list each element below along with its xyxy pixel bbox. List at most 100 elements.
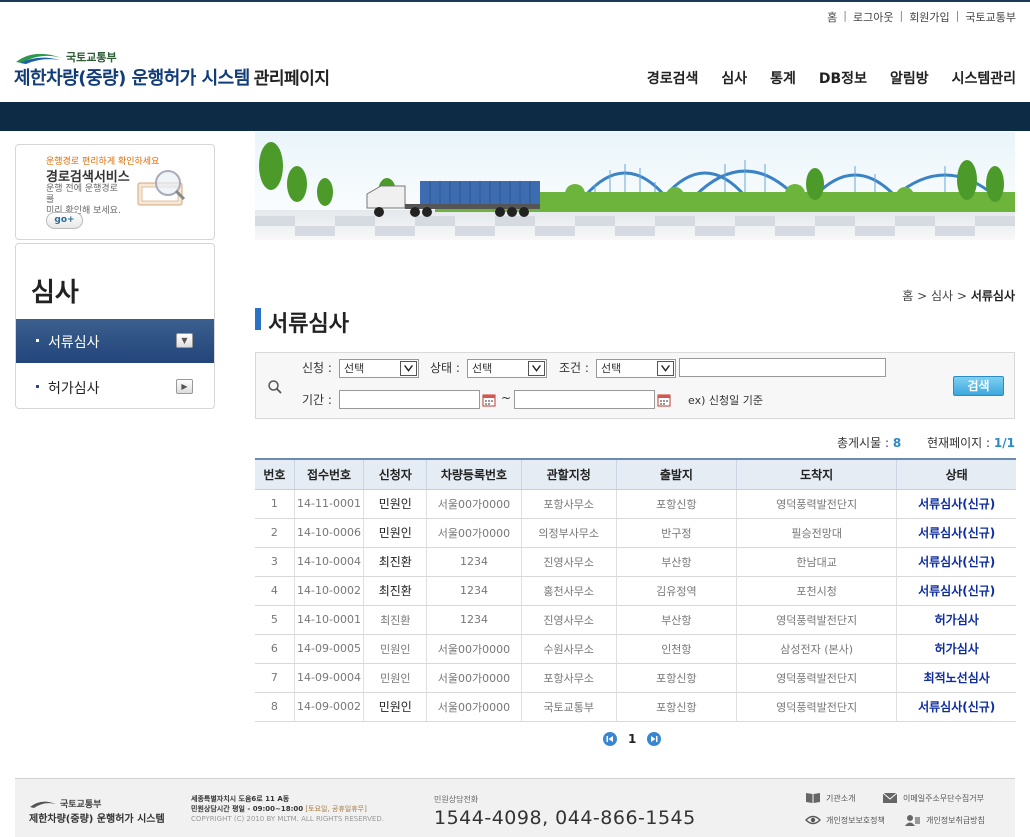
cell-origin: 포항신항 <box>615 692 737 722</box>
apply-select[interactable]: 선택 <box>339 359 419 378</box>
cell-destination: 영덕풍력발전단지 <box>735 663 897 693</box>
nav-statistics[interactable]: 통계 <box>770 68 796 88</box>
table-row[interactable]: 7 14-09-0004 민원인 서울00가0000 포항사무소 포항신항 영덕… <box>255 663 1016 693</box>
table-row[interactable]: 3 14-10-0004 최진환 1234 진영사무소 부산항 한남대교 서류심… <box>255 547 1016 577</box>
cell-destination: 영덕풍력발전단지 <box>735 692 897 722</box>
side-nav-item-permit-review[interactable]: 허가심사 ▶ <box>16 365 214 408</box>
cell-receipt-no: 14-10-0002 <box>293 576 364 606</box>
table-row[interactable]: 4 14-10-0002 최진환 1234 홍천사무소 김유정역 포천시청 서류… <box>255 576 1016 606</box>
nav-review[interactable]: 심사 <box>721 68 747 88</box>
date-from-input[interactable] <box>339 390 480 409</box>
table-row[interactable]: 8 14-09-0002 민원인 서울00가0000 국토교통부 포항신항 영덕… <box>255 692 1016 722</box>
pagination: 1 <box>603 732 662 746</box>
cell-vehicle-no: 1234 <box>426 605 522 635</box>
cell-office: 진영사무소 <box>520 547 617 577</box>
table-row[interactable]: 2 14-10-0006 민원인 서울00가0000 의정부사무소 반구정 필승… <box>255 518 1016 548</box>
footer-hours-label: 민원상담시간 평일 - 09:00~18:00 <box>191 805 304 813</box>
breadcrumb: 홈 > 심사 > 서류심사 <box>902 287 1015 304</box>
chevron-right-icon: ▶ <box>176 379 193 394</box>
cell-office: 진영사무소 <box>520 605 617 635</box>
breadcrumb-home[interactable]: 홈 <box>902 289 913 303</box>
table-row[interactable]: 1 14-11-0001 민원인 서울00가0000 포항사무소 포항신항 영덕… <box>255 489 1016 519</box>
keyword-input[interactable] <box>679 358 886 377</box>
table-row[interactable]: 6 14-09-0005 민원인 서울00가0000 수원사무소 인천항 삼성전… <box>255 634 1016 664</box>
cell-destination: 영덕풍력발전단지 <box>735 605 897 635</box>
chevron-down-icon <box>400 361 417 376</box>
condition-label: 조건 : <box>559 361 589 375</box>
footer-link-email-policy[interactable]: 이메일주소무단수집거부 <box>882 792 984 804</box>
cell-status-link[interactable]: 서류심사(신규) <box>896 692 1016 722</box>
route-search-promo[interactable]: 운행경로 편리하게 확인하세요 경로검색서비스 운행 전에 운행경로를 미리 확… <box>15 144 215 240</box>
cell-destination: 삼성전자 (본사) <box>735 634 897 664</box>
search-button[interactable]: 검색 <box>953 376 1004 396</box>
page-title: 서류심사 <box>268 312 349 337</box>
nav-bar-band <box>0 102 1030 131</box>
cell-no: 1 <box>255 489 295 519</box>
cell-status-link[interactable]: 서류심사(신규) <box>896 489 1016 519</box>
site-logo[interactable]: 국토교통부 제한차량(중량) 운행허가 시스템 관리페이지 <box>14 46 374 90</box>
side-nav: 심사 서류심사 ▼ 허가심사 ▶ <box>15 243 215 409</box>
status-select[interactable]: 선택 <box>467 359 547 378</box>
nav-db-info[interactable]: DB정보 <box>819 68 867 88</box>
page-number[interactable]: 1 <box>628 732 636 746</box>
cell-status-link[interactable]: 허가심사 <box>896 634 1016 664</box>
footer-link-privacy-policy[interactable]: 개인정보보호정책 <box>805 814 885 826</box>
table-row[interactable]: 5 14-10-0001 최진환 1234 진영사무소 부산항 영덕풍력발전단지… <box>255 605 1016 635</box>
cell-vehicle-no: 서울00가0000 <box>426 518 522 548</box>
cell-office: 포항사무소 <box>520 489 617 519</box>
cell-origin: 반구정 <box>615 518 737 548</box>
promo-go-button[interactable]: go+ <box>46 212 83 229</box>
nav-notice[interactable]: 알림방 <box>890 68 929 88</box>
date-separator: ~ <box>501 391 512 405</box>
side-nav-item-document-review[interactable]: 서류심사 ▼ <box>16 319 214 363</box>
last-page-icon[interactable] <box>647 732 662 746</box>
page-indicator: 1/1 <box>993 436 1015 450</box>
cell-receipt-no: 14-10-0001 <box>293 605 364 635</box>
footer-copyright: COPYRIGHT (C) 2010 BY MLTM. ALL RIGHTS R… <box>191 815 384 823</box>
cell-no: 6 <box>255 634 295 664</box>
cell-status-link[interactable]: 허가심사 <box>896 605 1016 635</box>
calendar-icon[interactable] <box>482 393 496 407</box>
nav-route-search[interactable]: 경로검색 <box>647 68 699 88</box>
col-header-status: 상태 <box>896 458 1016 490</box>
logo-subtitle: 관리페이지 <box>253 69 330 89</box>
util-ministry-link[interactable]: 국토교통부 <box>965 9 1016 25</box>
banner-illustration <box>255 132 1015 240</box>
chevron-down-icon <box>528 361 545 376</box>
cell-applicant: 민원인 <box>363 634 427 664</box>
cell-status-link[interactable]: 최적노선심사 <box>896 663 1016 693</box>
cell-office: 포항사무소 <box>520 663 617 693</box>
footer-link-about[interactable]: 기관소개 <box>805 792 855 804</box>
status-select-value: 선택 <box>472 362 493 375</box>
title-accent-bar <box>255 308 261 330</box>
cell-vehicle-no: 서울00가0000 <box>426 489 522 519</box>
footer-link-privacy-handling[interactable]: 개인정보취급방침 <box>905 814 985 826</box>
cell-receipt-no: 14-09-0002 <box>293 692 364 722</box>
side-nav-item-label: 허가심사 <box>48 381 100 397</box>
util-home-link[interactable]: 홈 <box>827 9 837 25</box>
calendar-icon[interactable] <box>657 393 671 407</box>
cell-status-link[interactable]: 서류심사(신규) <box>896 547 1016 577</box>
util-separator: | <box>843 9 847 22</box>
breadcrumb-sep: > <box>956 289 967 303</box>
cell-origin: 인천항 <box>615 634 737 664</box>
total-count: 8 <box>892 436 902 450</box>
cell-no: 5 <box>255 605 295 635</box>
footer-title: 제한차량(중량) 운행허가 시스템 <box>29 814 165 825</box>
breadcrumb-level1[interactable]: 심사 <box>931 289 953 303</box>
util-signup-link[interactable]: 회원가입 <box>909 9 949 25</box>
cell-status-link[interactable]: 서류심사(신규) <box>896 576 1016 606</box>
condition-select[interactable]: 선택 <box>596 359 676 378</box>
util-logout-link[interactable]: 로그아웃 <box>853 9 893 25</box>
cell-status-link[interactable]: 서류심사(신규) <box>896 518 1016 548</box>
cell-applicant: 민원인 <box>363 489 427 519</box>
cell-office: 수원사무소 <box>520 634 617 664</box>
review-table: 번호 접수번호 신청자 차량등록번호 관할지청 출발지 도착지 상태 1 14-… <box>255 458 1016 722</box>
col-header-no: 번호 <box>255 458 295 490</box>
nav-system-admin[interactable]: 시스템관리 <box>952 68 1016 88</box>
apply-label: 신청 : <box>302 361 332 375</box>
first-page-icon[interactable] <box>603 732 617 746</box>
logo-swoosh-icon <box>16 53 62 64</box>
status-label: 상태 : <box>430 361 460 375</box>
date-to-input[interactable] <box>514 390 655 409</box>
